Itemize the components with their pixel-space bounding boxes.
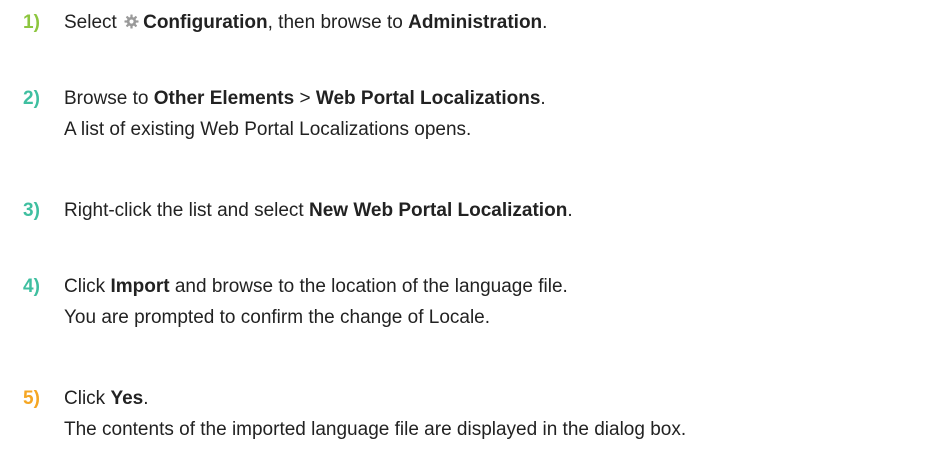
instruction-text: Click [64,276,106,297]
instruction-text: and browse to the location of the langua… [169,276,568,297]
gear-icon [124,14,139,29]
step-number: 1) [23,12,40,33]
instruction-text: Click [64,388,106,409]
step-instruction: Browse to Other Elements > Web Portal Lo… [64,85,546,144]
ui-term: Import [110,276,170,297]
instruction-text: , then browse to [267,12,403,33]
instruction-text: Select [64,12,117,33]
step-result: A list of existing Web Portal Localizati… [64,119,472,140]
step-instruction: Click Import and browse to the location … [64,273,568,332]
instruction-text: . [540,88,546,109]
procedure-steps: 1) Select Configuration, then browse to … [0,0,939,458]
instruction-text: > [294,88,316,109]
ui-term: Administration [408,12,543,33]
step-instruction: Right-click the list and select New Web … [64,197,573,225]
step-number: 4) [23,276,40,297]
instruction-text: . [143,388,149,409]
ui-term: New Web Portal Localization [309,200,568,221]
ui-term: Yes [110,388,144,409]
step-instruction: Select Configuration, then browse to Adm… [64,9,547,37]
step-result: You are prompted to confirm the change o… [64,307,491,328]
step-instruction: Click Yes. The contents of the imported … [64,385,686,444]
instruction-text: . [567,200,573,221]
instruction-text: Right-click the list and select [64,200,304,221]
ui-term: Web Portal Localizations [315,88,541,109]
step-number: 5) [23,388,40,409]
step-number: 3) [23,200,40,221]
ui-term: Configuration [143,12,268,33]
step-number: 2) [23,88,40,109]
instruction-text: . [542,12,548,33]
step-result: The contents of the imported language fi… [64,419,687,440]
instruction-text: Browse to [64,88,149,109]
ui-term: Other Elements [153,88,295,109]
